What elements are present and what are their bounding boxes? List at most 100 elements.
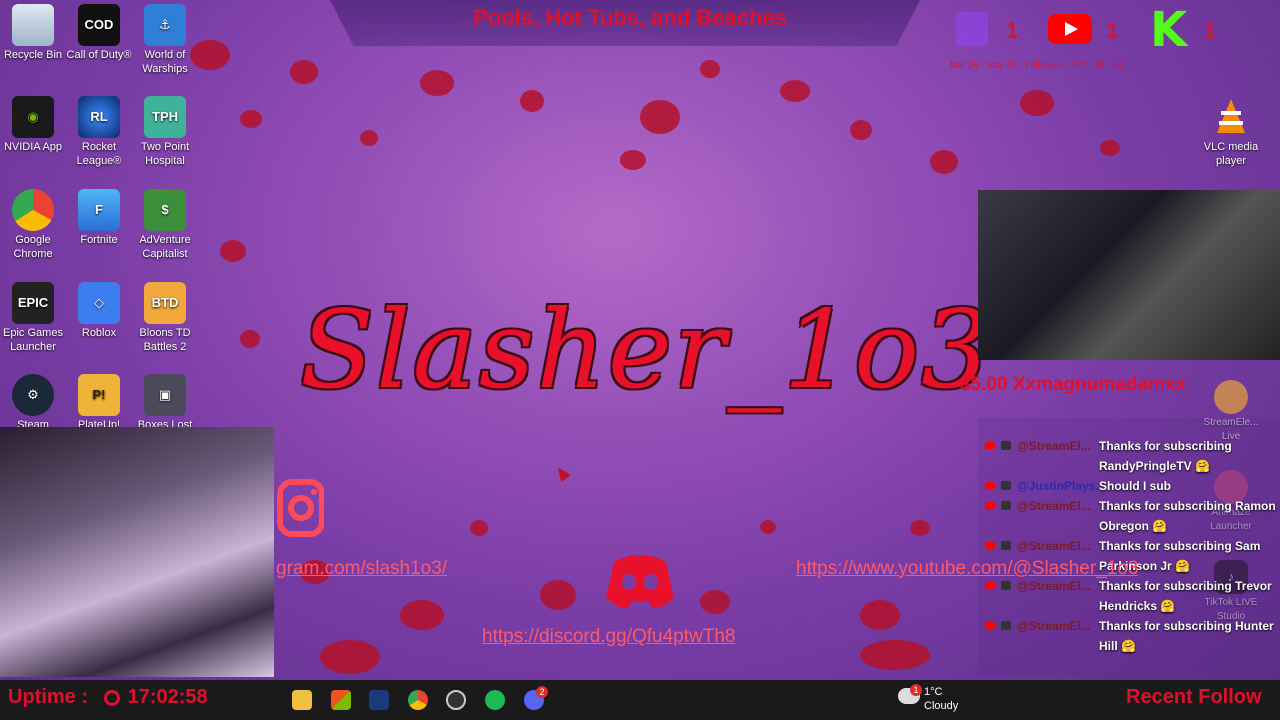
youtube-icon (985, 442, 995, 449)
call-of-duty-icon: COD (78, 4, 120, 46)
desktop-icon-boxes-lost[interactable]: ▣ Boxes Lost (132, 374, 198, 432)
youtube-icon (985, 622, 995, 629)
desktop-icon-recycle-bin[interactable]: Recycle Bin (0, 4, 66, 62)
channel-name-title: Slasher_1o3 (300, 288, 992, 413)
file-explorer-icon[interactable] (292, 690, 312, 710)
weather-temperature[interactable]: 1°C (924, 686, 942, 698)
rocket-league-icon: RL (78, 96, 120, 138)
desktop-icon-label: Google Chrome (13, 234, 53, 260)
desktop-icon-plateup[interactable]: P! PlateUp! (66, 374, 132, 432)
desktop-icon-label: Two Point Hospital (140, 141, 190, 167)
desktop-icon-label: Call of Duty® (66, 49, 132, 61)
chat-text: Thanks for subscribing Trevor Hendricks … (1099, 579, 1272, 613)
adventure-capitalist-icon: $ (144, 189, 186, 231)
clock-icon (104, 690, 120, 706)
youtube-icon (985, 502, 995, 509)
desktop-icon-world-of-warships[interactable]: ⚓ World of Warships (132, 4, 198, 76)
weather-condition[interactable]: Cloudy (924, 700, 958, 712)
desktop-icon-epic-games[interactable]: EPIC Epic Games Launcher (0, 282, 66, 354)
uptime-display: Uptime : 17:02:58 (8, 686, 208, 709)
desktop-icon-label: Fortnite (80, 234, 118, 246)
uptime-label: Uptime : (8, 686, 88, 708)
donation-ticker: $5.00 Xxmagnumadamxx (960, 374, 1187, 395)
obs-icon[interactable] (446, 690, 466, 710)
discord-icon (604, 548, 676, 610)
nvidia-icon: ◉ (12, 96, 54, 138)
wrench-badge-icon (1001, 621, 1011, 630)
desktop-icon-label: Bloons TD Battles 2 (139, 327, 191, 353)
desktop-icon-roblox[interactable]: ◇ Roblox (66, 282, 132, 340)
youtube-icon (1048, 14, 1092, 44)
chat-username: @StreamEl... (1017, 619, 1091, 633)
chat-text: Thanks for subscribing Ramon Obregon 🤗 (1099, 499, 1276, 533)
chat-text: Thanks for subscribing Hunter Hill 🤗 (1099, 619, 1274, 653)
youtube-icon (985, 482, 995, 489)
world-of-warships-icon: ⚓ (144, 4, 186, 46)
discord-link[interactable]: https://discord.gg/Qfu4ptwTh8 (482, 626, 735, 648)
twitch-count: 1 (1006, 18, 1019, 43)
webcam-left-feed (0, 427, 274, 677)
bloons-td-icon: BTD (144, 282, 186, 324)
avatar (1001, 481, 1011, 490)
social-counter-bar: 1 1 K 1 Mar 26 · Sub: 31 · Followers · 1… (950, 4, 1280, 74)
uptime-value: 17:02:58 (127, 686, 208, 708)
instagram-icon (276, 474, 325, 540)
chat-username: @StreamEl... (1017, 499, 1091, 513)
desktop-icon-two-point-hospital[interactable]: TPH Two Point Hospital (132, 96, 198, 168)
fortnite-icon: F (78, 189, 120, 231)
wrench-badge-icon (1001, 581, 1011, 590)
boxes-lost-icon: ▣ (144, 374, 186, 416)
social-stats-strip: Mar 26 · Sub: 31 · Followers · 127 · 26 … (950, 60, 1123, 70)
wrench-badge-icon (1001, 441, 1011, 450)
stream-topic-title: Pools, Hot Tubs, and Beaches (473, 5, 787, 30)
chat-username: @StreamEl... (1017, 539, 1091, 553)
two-point-hospital-icon: TPH (144, 96, 186, 138)
kick-count: 1 (1204, 18, 1217, 43)
desktop-icon-label: AdVenture Capitalist (139, 234, 191, 260)
desktop-icon-call-of-duty[interactable]: COD Call of Duty® (66, 4, 132, 62)
desktop-icon-steam[interactable]: ⚙ Steam (0, 374, 66, 432)
desktop-icon-label: NVIDIA App (3, 141, 63, 153)
recycle-bin-icon (12, 4, 54, 46)
recent-follow-label: Recent Follow (1126, 686, 1262, 708)
spotify-icon[interactable] (485, 690, 505, 710)
desktop-icon-nvidia-app[interactable]: ◉ NVIDIA App (0, 96, 66, 154)
youtube-icon (985, 542, 995, 549)
vlc-cone-icon (1210, 96, 1252, 138)
epic-games-icon: EPIC (12, 282, 54, 324)
desktop-icon-label: Roblox (81, 327, 117, 339)
youtube-icon (985, 582, 995, 589)
desktop-icon-label: VLC media player (1203, 141, 1259, 167)
desktop-icon-vlc[interactable]: VLC media player (1198, 96, 1264, 168)
weather-notification-badge: 1 (910, 684, 922, 696)
instagram-link[interactable]: gram.com/slash1o3/ (276, 558, 447, 580)
desktop-icon-fortnite[interactable]: F Fortnite (66, 189, 132, 247)
roblox-icon: ◇ (78, 282, 120, 324)
desktop-icon-rocket-league[interactable]: RL Rocket League® (66, 96, 132, 168)
chat-username: @JustinPlays... (1017, 479, 1099, 493)
desktop-icon-label: Rocket League® (76, 141, 122, 167)
wrench-badge-icon (1001, 501, 1011, 510)
discord-notification-badge: 2 (536, 686, 548, 698)
desktop-icon-adventure-capitalist[interactable]: $ AdVenture Capitalist (132, 189, 198, 261)
wrench-badge-icon (1001, 541, 1011, 550)
plateup-icon: P! (78, 374, 120, 416)
desktop-icon-label: World of Warships (142, 49, 188, 75)
chat-text: Thanks for subscribing RandyPringleTV 🤗 (1099, 439, 1232, 473)
desktop-icon-label: Recycle Bin (3, 49, 63, 61)
streamelements-icon (1214, 380, 1248, 414)
twitch-icon (956, 12, 988, 46)
youtube-count: 1 (1106, 18, 1119, 43)
steam-icon: ⚙ (12, 374, 54, 416)
microsoft-store-icon[interactable] (331, 690, 351, 710)
chrome-icon (12, 189, 54, 231)
mouse-cursor-icon (553, 463, 571, 483)
desktop-icon-bloons-td[interactable]: BTD Bloons TD Battles 2 (132, 282, 198, 354)
desktop-icon-label: Epic Games Launcher (3, 327, 63, 353)
chat-text: Should I sub (1099, 479, 1171, 493)
chrome-taskbar-icon[interactable] (408, 690, 428, 710)
desktop-icon-google-chrome[interactable]: Google Chrome (0, 189, 66, 261)
youtube-link[interactable]: https://www.youtube.com/@Slasher_1o3 (796, 558, 1138, 580)
kick-icon: K (1150, 2, 1188, 58)
app-icon[interactable] (369, 690, 389, 710)
